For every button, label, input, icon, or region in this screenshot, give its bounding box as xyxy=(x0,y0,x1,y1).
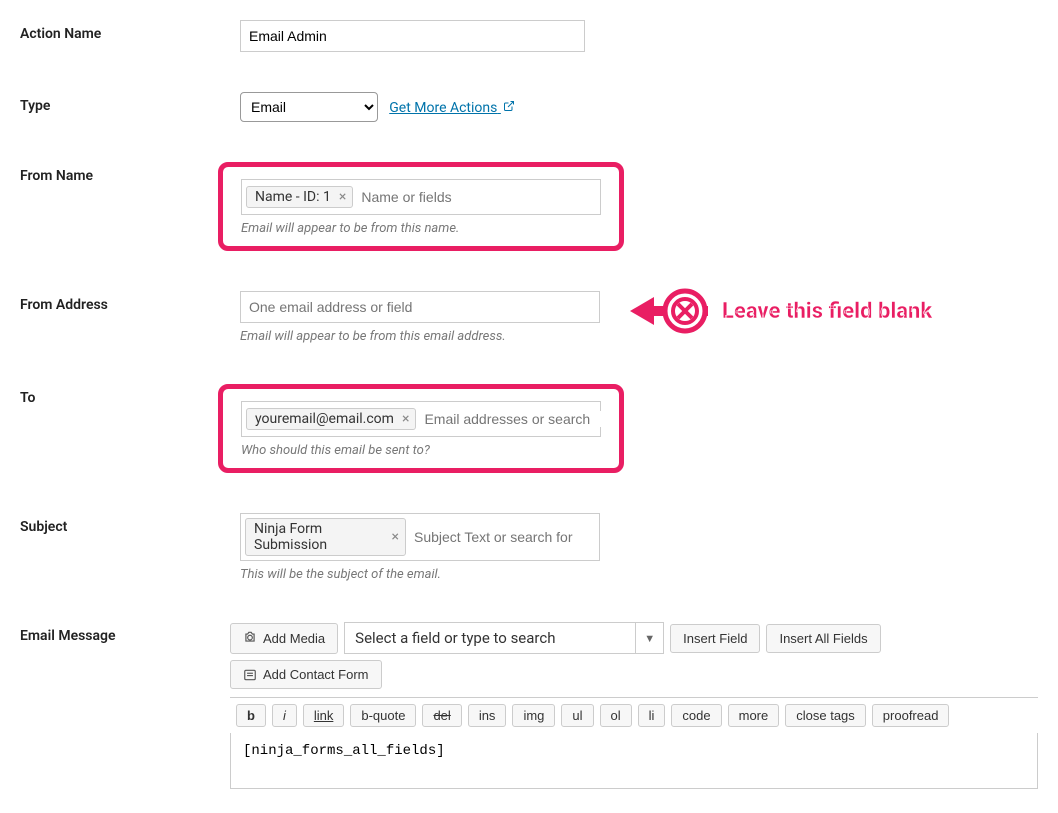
editor-wrap: b i link b-quote del ins img ul ol li co… xyxy=(230,697,1038,793)
label-from-name: From Name xyxy=(20,162,240,184)
quicktags-toolbar: b i link b-quote del ins img ul ol li co… xyxy=(230,698,1038,733)
highlight-from-name: Name - ID: 1 × Email will appear to be f… xyxy=(218,162,624,251)
field-email-message: Add Media Select a field or type to sear… xyxy=(230,622,1038,793)
to-tag-remove-icon[interactable]: × xyxy=(400,411,411,427)
row-subject: Subject Ninja Form Submission × This wil… xyxy=(20,513,1038,582)
subject-input[interactable] xyxy=(410,529,595,545)
annotation-arrow-icon xyxy=(630,281,710,341)
field-action-name xyxy=(240,20,1038,52)
qt-link-button[interactable]: link xyxy=(303,704,345,727)
label-subject: Subject xyxy=(20,513,240,535)
add-contact-form-text: Add Contact Form xyxy=(263,667,369,682)
from-name-tag-remove-icon[interactable]: × xyxy=(337,189,348,205)
add-media-text: Add Media xyxy=(263,631,325,646)
subject-helper: This will be the subject of the email. xyxy=(240,567,1038,582)
to-tag-chip: youremail@email.com × xyxy=(246,408,416,430)
to-helper: Who should this email be sent to? xyxy=(241,443,601,458)
highlight-to: youremail@email.com × Who should this em… xyxy=(218,384,624,473)
to-tag-field[interactable]: youremail@email.com × xyxy=(241,401,601,437)
editor-toolbar-top: Add Media Select a field or type to sear… xyxy=(230,622,1038,689)
action-name-input[interactable] xyxy=(240,20,585,52)
from-name-label-text: From Name xyxy=(20,168,93,184)
row-from-address: From Address Email will appear to be fro… xyxy=(20,291,1038,344)
label-to: To xyxy=(20,384,240,406)
qt-ol-button[interactable]: ol xyxy=(600,704,632,727)
to-tag-text: youremail@email.com xyxy=(255,411,394,427)
qt-bold-button[interactable]: b xyxy=(236,704,266,727)
subject-tag-field[interactable]: Ninja Form Submission × xyxy=(240,513,600,561)
to-input[interactable] xyxy=(420,411,605,427)
subject-tag-text: Ninja Form Submission xyxy=(254,521,384,553)
get-more-actions-text: Get More Actions xyxy=(389,100,497,116)
type-select[interactable]: Email xyxy=(240,92,378,122)
field-search-select[interactable]: Select a field or type to search ▼ xyxy=(344,622,664,654)
qt-img-button[interactable]: img xyxy=(512,704,555,727)
label-email-message: Email Message xyxy=(20,622,230,644)
from-name-tag-field[interactable]: Name - ID: 1 × xyxy=(241,179,601,215)
contact-form-icon xyxy=(243,668,257,682)
external-link-icon xyxy=(503,101,515,115)
subject-tag-chip: Ninja Form Submission × xyxy=(245,518,406,556)
add-contact-form-button[interactable]: Add Contact Form xyxy=(230,660,382,689)
email-message-label-text: Email Message xyxy=(20,628,116,644)
qt-li-button[interactable]: li xyxy=(638,704,666,727)
field-subject: Ninja Form Submission × This will be the… xyxy=(240,513,1038,582)
action-name-label-text: Action Name xyxy=(20,26,101,42)
insert-all-fields-button[interactable]: Insert All Fields xyxy=(766,624,880,653)
qt-code-button[interactable]: code xyxy=(671,704,721,727)
from-name-helper: Email will appear to be from this name. xyxy=(241,221,601,236)
get-more-actions-link[interactable]: Get More Actions xyxy=(389,100,515,116)
label-action-name: Action Name xyxy=(20,20,240,42)
to-label-text: To xyxy=(20,390,35,406)
annotation-text: Leave this field blank xyxy=(722,299,932,324)
from-name-input[interactable] xyxy=(357,189,596,205)
row-to: To youremail@email.com × Who should this… xyxy=(20,384,1038,473)
qt-del-button[interactable]: del xyxy=(422,704,461,727)
qt-proofread-button[interactable]: proofread xyxy=(872,704,950,727)
qt-ins-button[interactable]: ins xyxy=(468,704,507,727)
field-from-name: Name - ID: 1 × Email will appear to be f… xyxy=(240,162,1038,251)
email-message-editor[interactable] xyxy=(230,733,1038,789)
type-label-text: Type xyxy=(20,98,50,114)
row-action-name: Action Name xyxy=(20,20,1038,52)
field-from-address: Email will appear to be from this email … xyxy=(240,291,1038,344)
qt-ul-button[interactable]: ul xyxy=(561,704,593,727)
subject-tag-remove-icon[interactable]: × xyxy=(390,529,401,545)
qt-bquote-button[interactable]: b-quote xyxy=(350,704,416,727)
qt-closetags-button[interactable]: close tags xyxy=(785,704,866,727)
qt-italic-button[interactable]: i xyxy=(272,704,297,727)
row-from-name: From Name Name - ID: 1 × Email will appe… xyxy=(20,162,1038,251)
row-type: Type Email Get More Actions xyxy=(20,92,1038,122)
from-address-label-text: From Address xyxy=(20,297,108,313)
row-email-message: Email Message Add Media Select a field o… xyxy=(20,622,1038,793)
field-type: Email Get More Actions xyxy=(240,92,1038,122)
chevron-down-icon[interactable]: ▼ xyxy=(635,623,663,653)
from-address-input[interactable] xyxy=(240,291,600,323)
media-icon xyxy=(243,630,257,647)
insert-field-button[interactable]: Insert Field xyxy=(670,624,760,653)
field-to: youremail@email.com × Who should this em… xyxy=(240,384,1038,473)
subject-label-text: Subject xyxy=(20,519,67,535)
field-search-text: Select a field or type to search xyxy=(345,629,635,647)
label-type: Type xyxy=(20,92,240,114)
add-media-button[interactable]: Add Media xyxy=(230,623,338,654)
label-from-address: From Address xyxy=(20,291,240,313)
qt-more-button[interactable]: more xyxy=(728,704,780,727)
from-name-tag-chip: Name - ID: 1 × xyxy=(246,186,353,208)
from-name-tag-text: Name - ID: 1 xyxy=(255,189,331,205)
annotation-leave-blank: Leave this field blank xyxy=(630,281,932,341)
